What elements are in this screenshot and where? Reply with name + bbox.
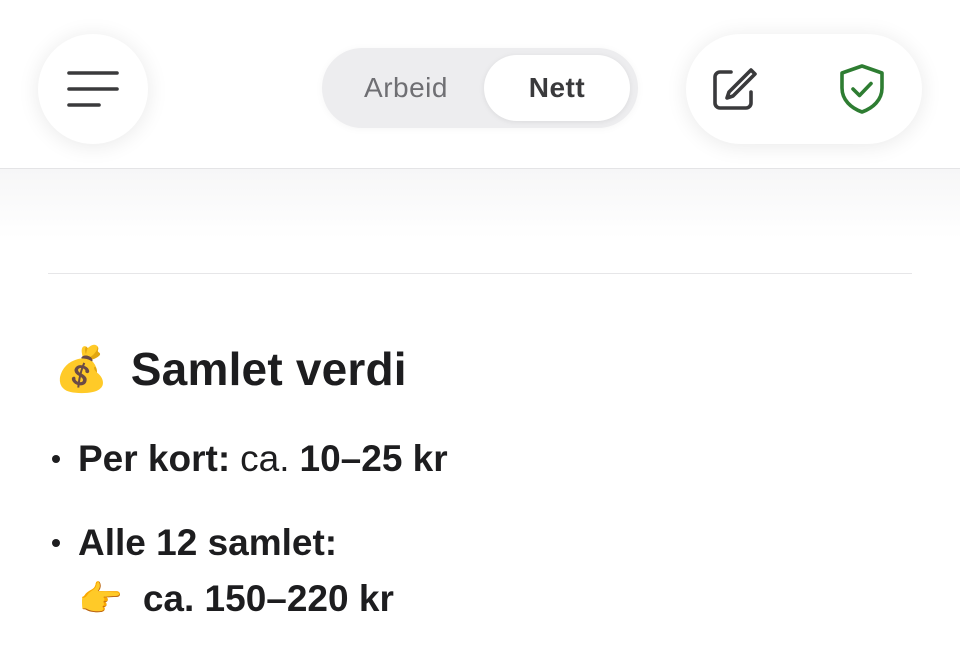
section-title: Samlet verdi	[130, 343, 407, 395]
section-heading: 💰 Samlet verdi	[54, 334, 407, 404]
item-label: Per kort:	[78, 438, 231, 479]
segment-nett[interactable]: Nett	[484, 55, 630, 121]
scroll-shadow	[0, 169, 960, 239]
money-bag-icon: 💰	[54, 345, 109, 394]
action-buttons-group	[686, 34, 922, 144]
item-prefix: ca.	[240, 438, 290, 479]
hamburger-menu-icon	[67, 71, 119, 107]
bullet-dot	[52, 539, 60, 547]
menu-button[interactable]	[38, 34, 148, 144]
compose-icon	[713, 68, 757, 110]
privacy-shield-button[interactable]	[832, 59, 892, 119]
pointing-hand-icon: 👉	[78, 578, 123, 619]
segment-arbeid[interactable]: Arbeid	[330, 55, 482, 121]
list-item-value-line: 👉 ca. 150–220 kr	[78, 574, 394, 624]
item-value: ca. 150–220 kr	[142, 578, 394, 619]
item-value: 10–25 kr	[299, 438, 448, 479]
bullet-dot	[52, 455, 60, 463]
list-item: Per kort: ca. 10–25 kr	[52, 434, 448, 484]
item-label: Alle 12 samlet:	[78, 522, 338, 563]
compose-button[interactable]	[704, 59, 764, 119]
top-toolbar: Arbeid Nett	[0, 0, 960, 169]
mode-segmented-control: Arbeid Nett	[322, 48, 638, 128]
shield-check-icon	[840, 64, 884, 114]
section-divider	[48, 273, 912, 274]
list-item: Alle 12 samlet:	[52, 518, 337, 568]
